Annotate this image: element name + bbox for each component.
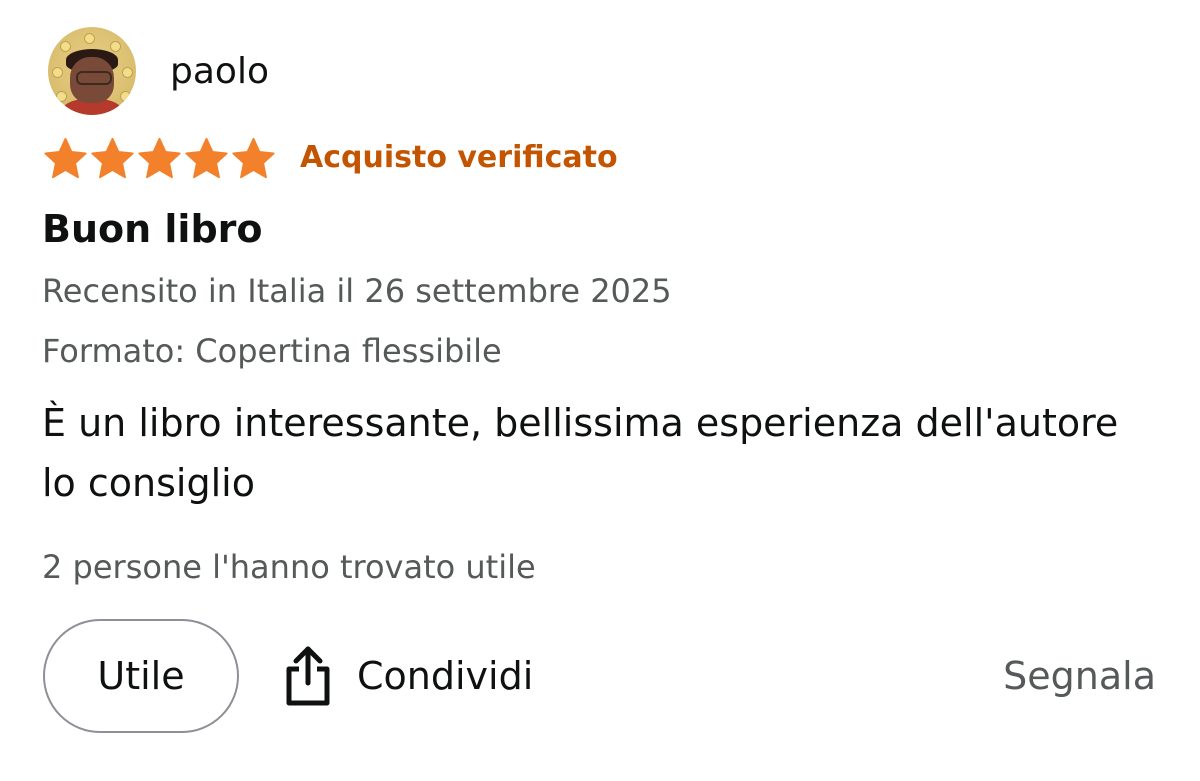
star-icon <box>91 137 134 179</box>
star-icon <box>232 137 275 179</box>
share-button-label: Condividi <box>357 654 534 698</box>
review-date: Recensito in Italia il 26 settembre 2025 <box>42 272 672 310</box>
share-button[interactable]: Condividi <box>283 640 533 712</box>
helpful-count: 2 persone l'hanno trovato utile <box>42 548 536 586</box>
report-link[interactable]: Segnala <box>1003 651 1156 701</box>
avatar[interactable] <box>48 27 136 115</box>
avatar-pattern-dot <box>56 91 67 102</box>
review-title: Buon libro <box>42 207 263 251</box>
product-format: Formato: Copertina flessibile <box>42 332 502 370</box>
star-icon <box>138 137 181 179</box>
review-card: paolo Acquisto verificato Buon libro Rec… <box>0 0 1200 781</box>
star-icon <box>185 137 228 179</box>
avatar-pattern-dot <box>60 41 71 52</box>
avatar-pattern-dot <box>120 91 131 102</box>
star-rating <box>42 136 277 182</box>
avatar-pattern-dot <box>52 67 63 78</box>
helpful-button-label: Utile <box>97 654 185 698</box>
reviewer-name[interactable]: paolo <box>170 50 269 94</box>
verified-purchase-badge: Acquisto verificato <box>300 140 618 175</box>
avatar-pattern-dot <box>84 33 95 44</box>
avatar-pattern-dot <box>122 67 133 78</box>
avatar-glasses <box>76 71 112 85</box>
star-icon <box>44 137 87 179</box>
share-icon <box>286 646 330 706</box>
avatar-pattern-dot <box>110 41 121 52</box>
helpful-button[interactable]: Utile <box>43 619 239 733</box>
review-body: È un libro interessante, bellissima espe… <box>42 401 1119 505</box>
